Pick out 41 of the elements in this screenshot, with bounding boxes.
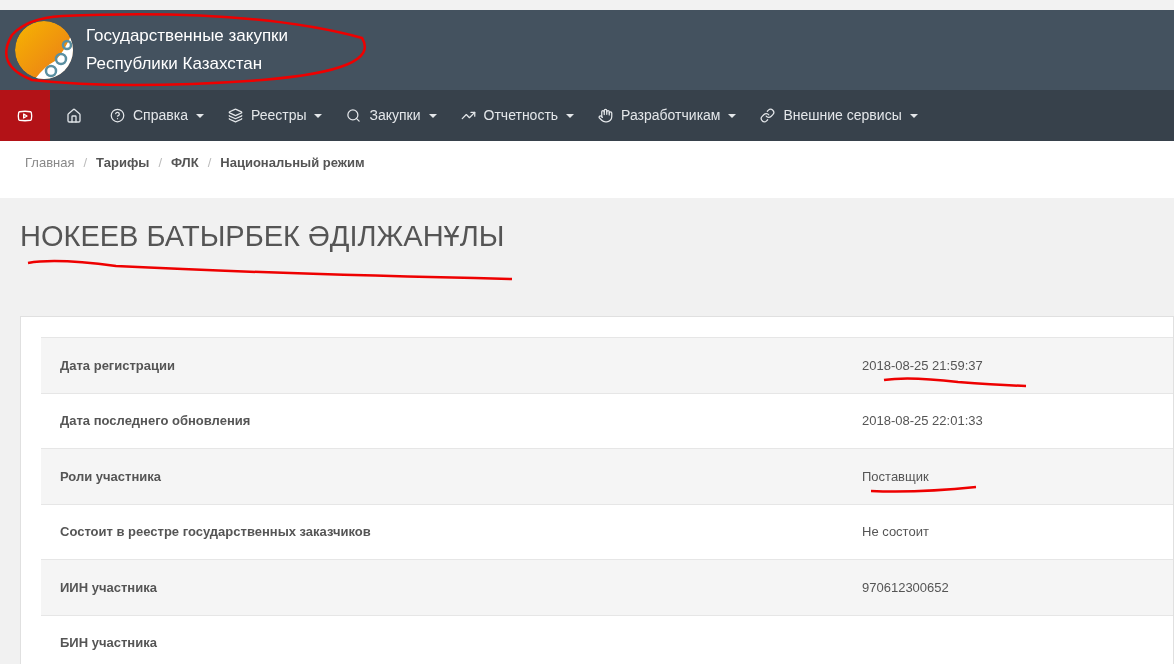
breadcrumb-link[interactable]: ФЛК [171,153,199,173]
field-value: 970612300652 [862,578,949,597]
caret-icon [428,113,437,118]
field-value: 2018-08-25 21:59:37 [862,356,983,375]
caret-icon [566,113,575,118]
hand-icon [598,108,614,123]
caret-icon [728,113,737,118]
field-value: Не состоит [862,523,929,541]
site-title: Государственные закупки [86,25,289,47]
breadcrumb-link[interactable]: Национальный режим [220,153,365,173]
field-label: Состоит в реестре государственных заказчиков [59,523,372,541]
site-title: Республики Казахстан [86,53,264,75]
field-value: 2018-08-25 22:01:33 [862,412,983,430]
home-icon [66,107,82,124]
caret-icon [314,113,323,118]
breadcrumb-link[interactable]: Тарифы [96,153,150,173]
page-title: НОКЕЕВ БАТЫРБЕК ӘДІЛЖАНҰЛЫ [20,219,506,254]
caret-icon [195,113,204,118]
field-label: Дата регистрации [59,356,177,375]
field-label: Роли участника [59,467,162,486]
video-button[interactable] [0,90,50,141]
nav-menu[interactable]: Справка [98,90,216,141]
field-label: БИН участника [59,634,158,652]
search-icon [346,108,362,123]
link-icon [760,108,776,123]
breadcrumb-separator: / [158,154,162,172]
nav-menu[interactable]: Реестры [215,90,335,141]
nav-menu[interactable]: Разработчикам [586,90,749,141]
breadcrumb-separator: / [207,154,212,172]
nav-menu[interactable]: Отчетность [448,90,587,141]
breadcrumb-link[interactable]: Главная [25,153,75,173]
nav-menu[interactable]: Закупки [334,90,449,141]
nav-menu[interactable]: Внешние сервисы [748,90,930,141]
field-label: ИИН участника [59,578,158,597]
layers-icon [227,108,243,123]
field-label: Дата последнего обновления [59,412,252,430]
caret-icon [909,113,918,118]
help-icon [110,108,125,123]
logo-icon [15,21,73,79]
breadcrumb-separator: / [83,154,88,172]
field-value: Поставщик [862,467,929,486]
